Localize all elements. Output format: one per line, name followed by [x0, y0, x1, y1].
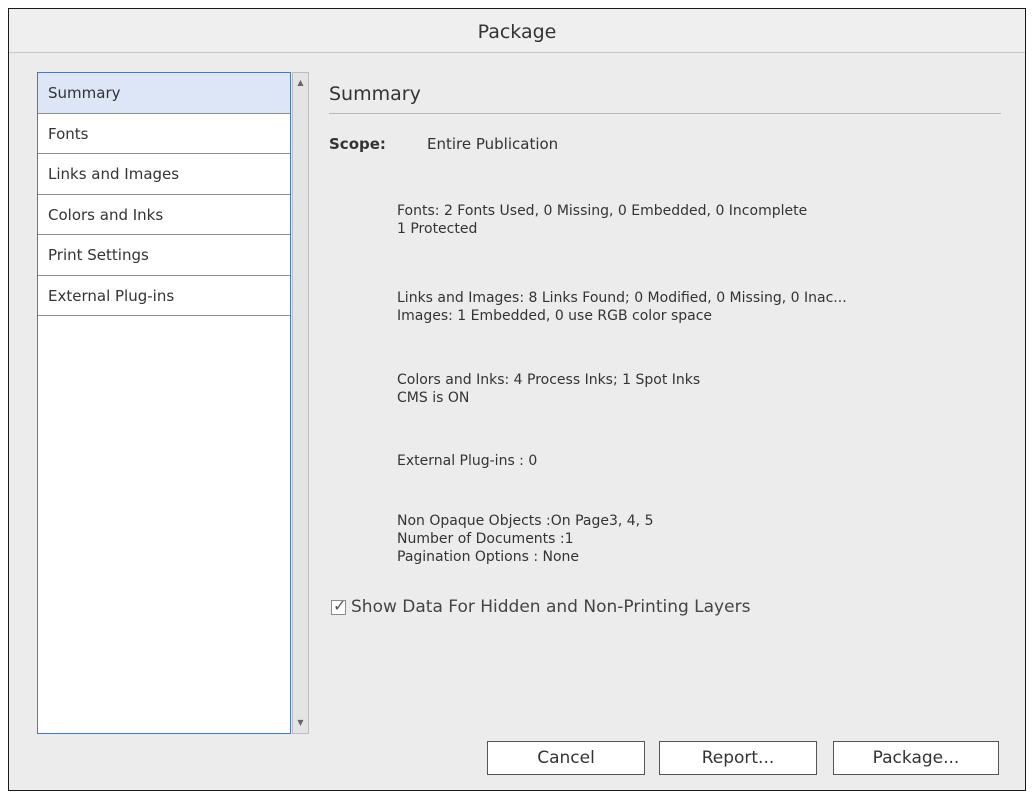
package-dialog: Package Summary Fonts Links and Images C…	[8, 8, 1026, 791]
other-summary-line: Number of Documents :1	[397, 531, 574, 547]
title-bar: Package	[9, 9, 1025, 53]
fonts-summary-line: Fonts: 2 Fonts Used, 0 Missing, 0 Embedd…	[397, 203, 808, 219]
fonts-summary: Fonts: 2 Fonts Used, 0 Missing, 0 Embedd…	[397, 202, 807, 238]
colors-summary: Colors and Inks: 4 Process Inks; 1 Spot …	[397, 371, 700, 407]
colors-summary-line: Colors and Inks: 4 Process Inks; 1 Spot …	[397, 372, 701, 388]
sidebar-item-print-settings[interactable]: Print Settings	[38, 235, 290, 276]
other-summary: Non Opaque Objects :On Page3, 4, 5 Numbe…	[397, 512, 653, 566]
dialog-title: Package	[477, 21, 557, 43]
links-summary-line: Links and Images: 8 Links Found; 0 Modif…	[397, 290, 847, 306]
cancel-button[interactable]: Cancel	[487, 741, 645, 775]
plugins-summary: External Plug-ins : 0	[397, 452, 537, 470]
other-summary-line: Non Opaque Objects :On Page3, 4, 5	[397, 513, 654, 529]
sidebar-item-colors-and-inks[interactable]: Colors and Inks	[38, 195, 290, 235]
sidebar-item-external-plugins[interactable]: External Plug-ins	[38, 276, 290, 316]
sidebar-item-summary[interactable]: Summary	[38, 73, 290, 114]
report-button[interactable]: Report...	[659, 741, 817, 775]
panel-heading: Summary	[329, 83, 421, 105]
links-summary: Links and Images: 8 Links Found; 0 Modif…	[397, 289, 847, 325]
show-hidden-layers-checkbox[interactable]: ✓	[331, 596, 346, 615]
scroll-up-icon[interactable]: ▲	[293, 75, 308, 91]
other-summary-line: Pagination Options : None	[397, 549, 580, 565]
sidebar-item-fonts[interactable]: Fonts	[38, 114, 290, 154]
scope-value: Entire Publication	[427, 135, 559, 153]
checkmark-icon: ✓	[333, 595, 347, 615]
show-hidden-layers-option[interactable]: ✓ Show Data For Hidden and Non-Printing …	[331, 596, 751, 617]
fonts-summary-line: 1 Protected	[397, 221, 478, 237]
list-scrollbar[interactable]: ▲ ▼	[292, 72, 309, 734]
show-hidden-layers-label: Show Data For Hidden and Non-Printing La…	[351, 597, 751, 617]
colors-summary-line: CMS is ON	[397, 390, 470, 406]
plugins-summary-line: External Plug-ins : 0	[397, 453, 538, 469]
heading-divider	[329, 113, 1001, 114]
scope-label: Scope:	[329, 135, 386, 153]
package-button[interactable]: Package...	[833, 741, 999, 775]
scroll-down-icon[interactable]: ▼	[293, 715, 308, 731]
links-summary-line: Images: 1 Embedded, 0 use RGB color spac…	[397, 308, 713, 324]
section-list: Summary Fonts Links and Images Colors an…	[37, 72, 291, 734]
sidebar-item-links-and-images[interactable]: Links and Images	[38, 154, 290, 195]
